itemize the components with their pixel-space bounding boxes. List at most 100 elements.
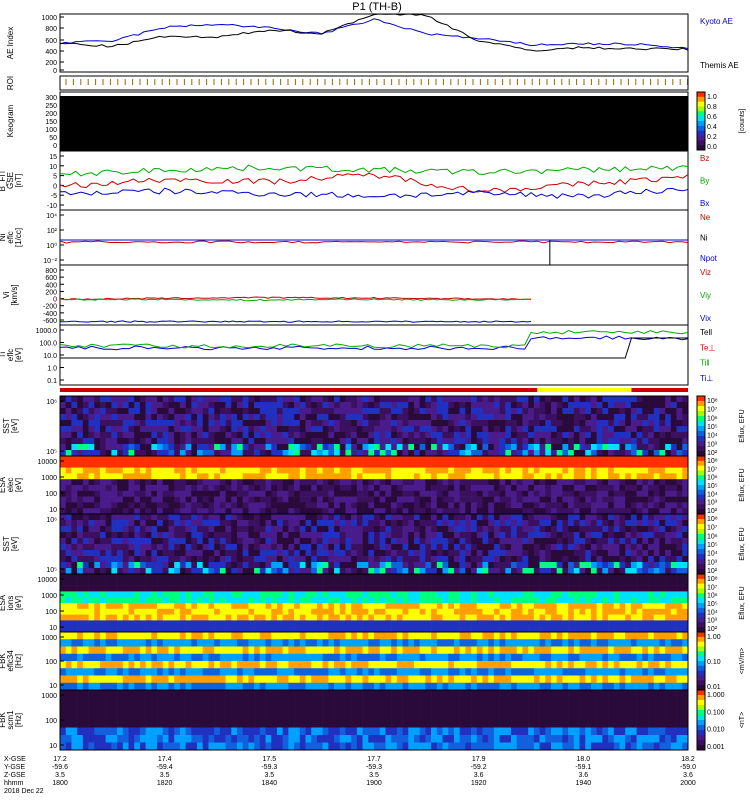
- spectrogram-cell: [89, 438, 95, 444]
- spectrogram-cell: [482, 450, 488, 456]
- spectrogram-cell: [545, 479, 551, 485]
- spectrogram-cell: [266, 544, 272, 550]
- spectrogram-cell: [522, 580, 528, 586]
- spectrogram-cell: [134, 462, 140, 468]
- spectrogram-cell: [311, 597, 317, 603]
- spectrogram-cell: [528, 544, 534, 550]
- spectrogram-cell: [574, 526, 580, 532]
- spectrogram-cell: [288, 532, 294, 538]
- spectrogram-cell: [460, 556, 466, 562]
- spectrogram-cell: [551, 497, 557, 503]
- spectrogram-cell: [334, 556, 340, 562]
- spectrogram-cell: [77, 514, 83, 520]
- spectrogram-cell: [654, 532, 660, 538]
- spectrogram-cell: [397, 420, 403, 426]
- spectrogram-cell: [231, 508, 237, 514]
- spectrogram-cell: [540, 568, 546, 574]
- spectrogram-cell: [528, 462, 534, 468]
- spectrogram-cell: [591, 556, 597, 562]
- spectrogram-cell: [208, 444, 214, 450]
- spectrogram-cell: [100, 544, 106, 550]
- spectrogram-cell: [231, 574, 237, 580]
- spectrogram-cell: [300, 639, 306, 647]
- spectrogram-cell: [580, 396, 586, 402]
- spectrogram-cell: [163, 508, 169, 514]
- spectrogram-cell: [482, 520, 488, 526]
- spectrogram-cell: [129, 609, 135, 615]
- spectrogram-cell: [134, 620, 140, 626]
- spectrogram-cell: [659, 502, 665, 508]
- spectrogram-cell: [323, 520, 329, 526]
- spectrogram-cell: [494, 597, 500, 603]
- spectrogram-cell: [414, 426, 420, 432]
- spectrogram-cell: [89, 591, 95, 597]
- spectrogram-cell: [557, 615, 563, 621]
- spectrogram-cell: [123, 639, 129, 647]
- spectrogram-cell: [117, 426, 123, 432]
- spectrogram-cell: [89, 626, 95, 632]
- spectrogram-cell: [368, 639, 374, 647]
- spectrogram-cell: [71, 615, 77, 621]
- spectrogram-cell: [117, 402, 123, 408]
- spectrogram-cell: [243, 591, 249, 597]
- spectrogram-cell: [654, 462, 660, 468]
- spectrogram-cell: [305, 568, 311, 574]
- spectrogram-cell: [597, 580, 603, 586]
- spectrogram-cell: [591, 615, 597, 621]
- spectrogram-cell: [682, 574, 688, 580]
- spectrogram-cell: [231, 450, 237, 456]
- spectrogram-cell: [420, 615, 426, 621]
- spectrogram-cell: [471, 544, 477, 550]
- spectrogram-cell: [597, 438, 603, 444]
- spectrogram-cell: [357, 626, 363, 632]
- spectrogram-cell: [677, 402, 683, 408]
- spectrogram-cell: [540, 408, 546, 414]
- spectrogram-cell: [351, 632, 357, 640]
- spectrogram-cell: [94, 485, 100, 491]
- spectrogram-cell: [77, 654, 83, 662]
- spectrogram-cell: [111, 508, 117, 514]
- spectrogram-cell: [642, 580, 648, 586]
- spectrogram-cell: [231, 414, 237, 420]
- spectrogram-cell: [334, 580, 340, 586]
- spectrogram-cell: [323, 647, 329, 655]
- spectrogram-cell: [203, 396, 209, 402]
- spectrogram-cell: [574, 586, 580, 592]
- spectrogram-cell: [71, 603, 77, 609]
- spectrogram-cell: [580, 556, 586, 562]
- spectrogram-cell: [682, 402, 688, 408]
- y-label-line: Keogram: [6, 104, 15, 137]
- spectrogram-cell: [294, 468, 300, 474]
- panel-frame-roi: [60, 76, 688, 90]
- spectrogram-cell: [294, 556, 300, 562]
- spectrogram-cell: [220, 408, 226, 414]
- spectrogram-cell: [522, 609, 528, 615]
- spectrogram-cell: [431, 514, 437, 520]
- spectrogram-cell: [288, 456, 294, 462]
- spectrogram-cell: [340, 615, 346, 621]
- spectrogram-cell: [625, 626, 631, 632]
- spectrogram-cell: [254, 538, 260, 544]
- spectrogram-cell: [448, 402, 454, 408]
- spectrogram-cell: [146, 485, 152, 491]
- spectrogram-cell: [163, 591, 169, 597]
- spectrogram-cell: [528, 632, 534, 640]
- spectrogram-cell: [123, 497, 129, 503]
- spectrogram-cell: [397, 586, 403, 592]
- spectrogram-cell: [580, 514, 586, 520]
- spectrogram-cell: [659, 615, 665, 621]
- spectrogram-cell: [368, 438, 374, 444]
- spectrogram-cell: [545, 591, 551, 597]
- spectrogram-cell: [197, 574, 203, 580]
- y-tick-label: 600: [45, 38, 57, 45]
- spectrogram-cell: [465, 414, 471, 420]
- spectrogram-cell: [77, 615, 83, 621]
- spectrogram-cell: [385, 508, 391, 514]
- spectrogram-cell: [625, 420, 631, 426]
- spectrogram-cell: [323, 450, 329, 456]
- spectrogram-cell: [545, 438, 551, 444]
- spectrogram-cell: [71, 639, 77, 647]
- spectrogram-cell: [203, 574, 209, 580]
- spectrogram-cell: [682, 444, 688, 450]
- spectrogram-cell: [174, 620, 180, 626]
